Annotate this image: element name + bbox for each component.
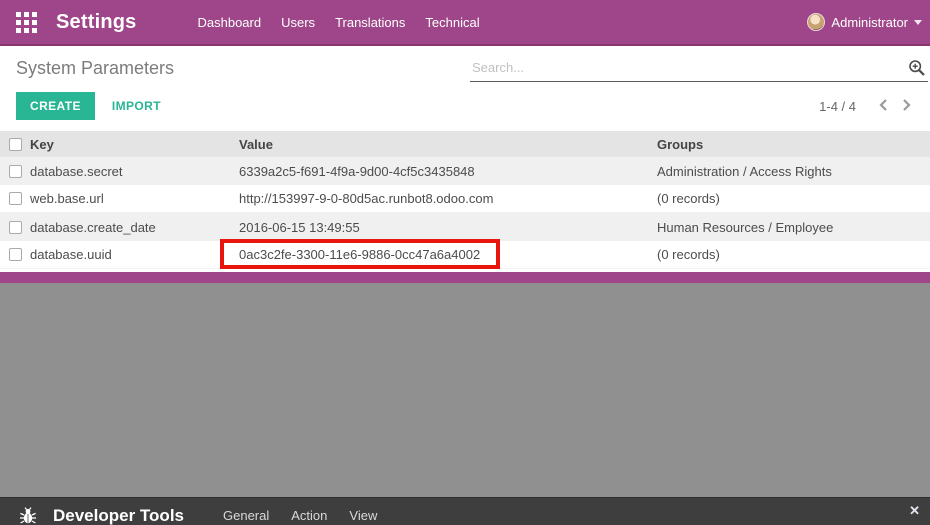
menu-item-dashboard[interactable]: Dashboard bbox=[188, 1, 272, 44]
chevron-down-icon bbox=[914, 19, 922, 25]
pager-range: 1-4 / 4 bbox=[819, 99, 856, 114]
table-row[interactable]: database.create_date 2016-06-15 13:49:55… bbox=[0, 213, 930, 241]
row-key: web.base.url bbox=[30, 191, 104, 206]
search-bar bbox=[470, 56, 928, 82]
page-title: System Parameters bbox=[16, 58, 175, 78]
developer-tools-bar: Developer Tools General Action View ✕ bbox=[0, 497, 930, 525]
row-value: http://153997-9-0-80d5ac.runbot8.odoo.co… bbox=[239, 191, 494, 206]
select-all-checkbox[interactable] bbox=[8, 137, 22, 151]
row-groups: (0 records) bbox=[657, 247, 720, 262]
row-groups: Human Resources / Employee bbox=[657, 219, 834, 235]
column-header-key[interactable]: Key bbox=[30, 137, 239, 152]
search-input[interactable] bbox=[470, 56, 928, 82]
row-checkbox[interactable] bbox=[8, 248, 22, 261]
odoo-settings-screen: Settings Dashboard Users Translations Te… bbox=[0, 0, 930, 525]
pager-next-button[interactable] bbox=[895, 96, 918, 117]
control-panel: System Parameters CREATE IMPORT 1-4 / 4 bbox=[0, 48, 930, 131]
import-button[interactable]: IMPORT bbox=[112, 99, 161, 113]
column-header-groups[interactable]: Groups bbox=[657, 137, 930, 152]
row-groups: Administration / Access Rights bbox=[657, 163, 832, 179]
app-title[interactable]: Settings bbox=[56, 11, 137, 34]
table-row[interactable]: web.base.url http://153997-9-0-80d5ac.ru… bbox=[0, 185, 930, 213]
menu-item-technical[interactable]: Technical bbox=[415, 1, 489, 44]
row-checkbox[interactable] bbox=[8, 192, 22, 205]
user-menu[interactable]: Administrator bbox=[807, 13, 930, 31]
row-key: database.create_date bbox=[30, 219, 156, 235]
system-parameters-table: Key Value Groups database.secret 6339a2c… bbox=[0, 131, 930, 269]
brand-strip bbox=[0, 272, 930, 283]
devtools-menu-view[interactable]: View bbox=[338, 500, 388, 525]
bug-icon bbox=[20, 506, 36, 524]
chevron-right-icon bbox=[903, 99, 911, 111]
devtools-close-icon[interactable]: ✕ bbox=[909, 503, 920, 519]
devtools-title: Developer Tools bbox=[53, 505, 184, 525]
search-zoom-icon[interactable] bbox=[908, 59, 926, 77]
pager-previous-button[interactable] bbox=[872, 96, 895, 117]
pager: 1-4 / 4 bbox=[819, 96, 918, 117]
devtools-menu-general[interactable]: General bbox=[212, 500, 280, 525]
table-row[interactable]: database.secret 6339a2c5-f691-4f9a-9d00-… bbox=[0, 157, 930, 185]
top-navbar: Settings Dashboard Users Translations Te… bbox=[0, 0, 930, 46]
row-checkbox[interactable] bbox=[8, 220, 22, 234]
row-groups: (0 records) bbox=[657, 191, 720, 206]
user-avatar bbox=[807, 13, 826, 31]
chevron-left-icon bbox=[879, 99, 887, 111]
table-header-row: Key Value Groups bbox=[0, 131, 930, 157]
row-key: database.uuid bbox=[30, 247, 112, 262]
row-value: 6339a2c5-f691-4f9a-9d00-4cf5c3435848 bbox=[239, 163, 475, 179]
apps-menu-icon[interactable] bbox=[16, 11, 37, 33]
devtools-menu: General Action View bbox=[212, 500, 388, 525]
menu-item-translations[interactable]: Translations bbox=[325, 1, 415, 44]
column-header-value[interactable]: Value bbox=[239, 137, 657, 152]
table-row[interactable]: database.uuid 0ac3c2fe-3300-11e6-9886-0c… bbox=[0, 241, 930, 269]
dimmed-backdrop bbox=[0, 283, 930, 497]
create-button[interactable]: CREATE bbox=[16, 92, 95, 120]
row-checkbox[interactable] bbox=[8, 164, 22, 178]
action-buttons: CREATE IMPORT bbox=[16, 92, 161, 120]
devtools-menu-action[interactable]: Action bbox=[280, 500, 338, 525]
user-name: Administrator bbox=[831, 14, 908, 30]
top-menu: Dashboard Users Translations Technical bbox=[188, 1, 490, 44]
row-value-uuid: 0ac3c2fe-3300-11e6-9886-0cc47a6a4002 bbox=[239, 247, 481, 262]
menu-item-users[interactable]: Users bbox=[271, 1, 325, 44]
row-key: database.secret bbox=[30, 163, 123, 179]
row-value: 2016-06-15 13:49:55 bbox=[239, 219, 360, 235]
